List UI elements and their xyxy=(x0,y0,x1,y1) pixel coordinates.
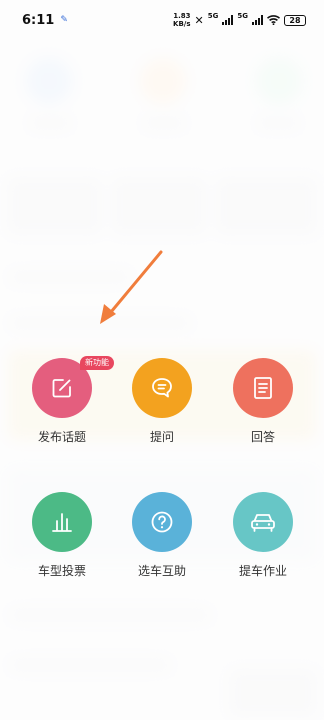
document-icon xyxy=(254,377,272,399)
signal-icon xyxy=(222,15,234,25)
status-bar: 6:11 ✎ 1.83 KB/s ✕ 5G 5G 28 xyxy=(0,0,324,40)
action-model-vote[interactable]: 车型投票 xyxy=(12,492,112,579)
answer-circle[interactable] xyxy=(233,358,293,418)
chat-bubble-icon xyxy=(152,378,172,398)
action-ask-question[interactable]: 提问 xyxy=(112,358,212,445)
action-label: 提问 xyxy=(149,430,174,444)
ask-question-circle[interactable] xyxy=(132,358,192,418)
network-speed: 1.83 KB/s xyxy=(173,12,190,28)
speed-value: 1.83 xyxy=(173,12,191,20)
notification-icon: ✎ xyxy=(60,15,68,25)
action-label: 回答 xyxy=(250,430,275,444)
network-type-1: 5G xyxy=(207,12,219,20)
speed-unit: KB/s xyxy=(173,20,191,28)
edit-icon xyxy=(52,379,71,398)
bluetooth-mute-icon: ✕ xyxy=(194,13,204,27)
status-time: 6:11 xyxy=(22,12,55,28)
question-icon xyxy=(151,511,173,533)
pointer-arrow-icon xyxy=(100,250,163,324)
new-feature-badge: 新功能 xyxy=(80,356,114,370)
model-vote-circle[interactable] xyxy=(32,492,92,552)
action-label: 发布话题 xyxy=(37,430,86,444)
action-car-selection-help[interactable]: 选车互助 xyxy=(112,492,212,579)
action-label: 选车互助 xyxy=(137,564,186,578)
action-label: 车型投票 xyxy=(37,564,86,578)
battery-level: 28 xyxy=(289,15,301,25)
signal-icon xyxy=(252,15,263,25)
bar-chart-icon xyxy=(52,513,72,532)
network-type-2: 5G xyxy=(237,12,248,20)
screen: 6:11 ✎ 1.83 KB/s ✕ 5G 5G 28 新功能 发布话题 提问 … xyxy=(0,0,324,720)
action-label: 提车作业 xyxy=(238,564,287,578)
battery-icon: 28 xyxy=(284,14,306,26)
action-delivery-homework[interactable]: 提车作业 xyxy=(213,492,313,579)
car-selection-circle[interactable] xyxy=(132,492,192,552)
car-icon xyxy=(251,514,275,532)
delivery-homework-circle[interactable] xyxy=(233,492,293,552)
action-post-topic[interactable]: 新功能 发布话题 xyxy=(12,356,114,445)
wifi-icon xyxy=(267,15,280,25)
action-answer[interactable]: 回答 xyxy=(213,358,313,445)
